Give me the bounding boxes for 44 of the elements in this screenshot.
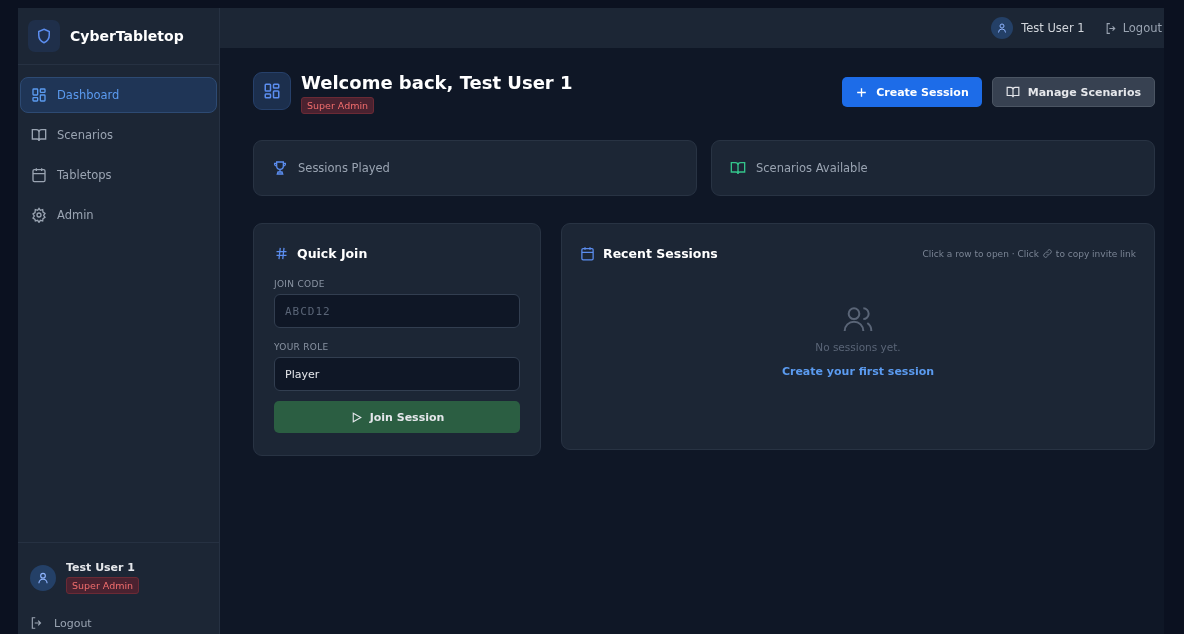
calendar-icon [31, 167, 47, 183]
user-avatar-icon [30, 564, 56, 591]
role-field[interactable]: Player [274, 357, 520, 391]
field-label: YOUR ROLE [274, 342, 330, 352]
sidebar-item[interactable]: Scenarios [20, 117, 217, 153]
trophy-icon [272, 160, 288, 176]
sidebar-item[interactable]: Dashboard [20, 77, 217, 113]
book-icon [730, 160, 746, 176]
logout-link[interactable]: Logout [1104, 21, 1162, 35]
brand-name: CyberTabletop [70, 28, 184, 44]
hint-text: Click a row to open · Click [922, 248, 1039, 259]
card-title: Quick Join [297, 246, 368, 261]
user-name: Test User 1 [66, 561, 135, 574]
join-code-field[interactable]: ABCD12 [274, 294, 520, 328]
card-title: Recent Sessions [603, 246, 718, 261]
empty-message: No sessions yet. [815, 341, 901, 353]
hint-text: to copy invite link [1055, 248, 1136, 259]
role-badge: Super Admin [301, 97, 375, 114]
settings-icon [31, 207, 47, 223]
logout-link[interactable]: Logout [30, 616, 207, 630]
grid-icon [31, 87, 47, 103]
stat-label: Scenarios Available [756, 161, 868, 175]
manage-scenarios-button[interactable]: Manage Scenarios [991, 77, 1155, 107]
logout-icon [30, 616, 44, 630]
sidebar-item[interactable]: Tabletops [20, 157, 217, 193]
hash-icon [274, 246, 289, 261]
page-title: Welcome back, Test User 1 [301, 72, 573, 93]
logout-icon [1104, 21, 1118, 35]
link-icon [1041, 248, 1053, 259]
role-badge: Super Admin [66, 577, 140, 594]
book-icon [31, 127, 47, 143]
grid-icon [253, 72, 291, 110]
create-session-link[interactable]: Create your first session [781, 365, 935, 378]
plus-icon [855, 85, 869, 99]
create-session-button[interactable]: Create Session [842, 77, 982, 107]
user-avatar-icon [991, 17, 1014, 39]
stat-label: Sessions Played [298, 161, 390, 175]
calendar-icon [580, 246, 595, 261]
join-session-button[interactable]: Join Session [274, 401, 520, 433]
sidebar-item[interactable]: Admin [20, 197, 217, 233]
user-name: Test User 1 [1021, 21, 1085, 35]
book-icon [1005, 85, 1020, 99]
shield-logo-icon [28, 20, 60, 52]
field-label: JOIN CODE [274, 279, 326, 289]
